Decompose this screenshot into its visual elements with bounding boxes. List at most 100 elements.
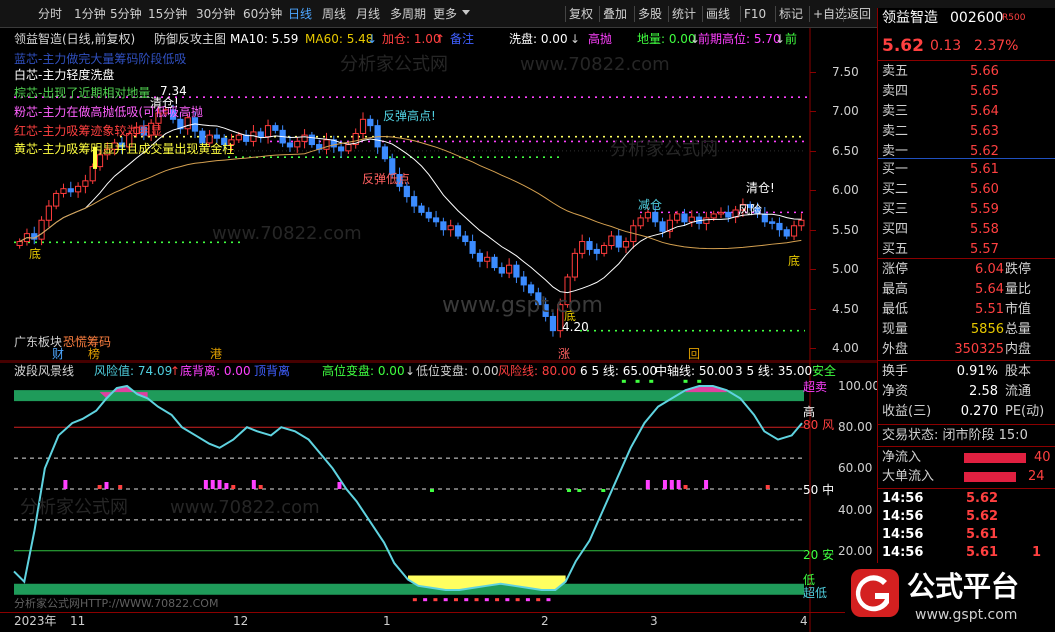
tick-extra: 1 [1032,545,1042,560]
period-tab-1[interactable]: 1分钟 [74,7,106,21]
period-tab-5[interactable]: 60分钟 [243,7,282,21]
period-tab-0[interactable]: 分时 [38,7,62,21]
tick-price: 5.61 [966,545,999,560]
bid-price: 5.57 [970,242,999,257]
ext-label-2: 流通 [1005,384,1032,399]
period-tab-more[interactable]: 更多 [433,7,457,21]
ma60-value: MA60: 5.48 [305,32,374,46]
candle [367,115,374,132]
signal-bar-2 [104,482,109,489]
bid-row-4: 买五 5.57 [878,240,1055,260]
qianqi-value: 前期高位: 5.70 [698,32,781,46]
candle [316,139,323,154]
bid-row-0: 买一 5.61 [878,160,1055,180]
toolbar-action-3[interactable]: 统计 [672,7,696,21]
osc-zhongzhou: 中轴线: 50.00 [655,364,734,378]
stat-label-2: 内盘 [1005,342,1032,357]
osc-line65: 6 5 线: 65.00 [580,364,658,378]
logo-text: 公式平台 [907,570,1020,603]
toolbar-action-2[interactable]: 多股 [638,7,662,21]
toolbar-sep-3 [668,6,669,22]
stat-value: 5856 [970,322,1004,337]
period-tab-6[interactable]: 日线 [288,7,312,21]
trade-state: 交易状态: 闭市阶段 15:0 [882,428,1028,443]
toolbar-action-5[interactable]: F10 [744,7,766,21]
kline-chart[interactable] [0,28,877,362]
period-tab-9[interactable]: 多周期 [390,7,426,21]
flow-value: 40 [1034,450,1051,465]
ext-label-2: 股本 [1005,364,1032,379]
flow-label: 大单流入 [882,469,935,484]
indicator-name[interactable]: 防御反攻主图 [154,32,226,46]
candle [579,234,586,259]
period-tab-3[interactable]: 15分钟 [148,7,187,21]
candle [272,122,279,134]
stock-title: 领益智造(日线,前复权) [14,32,136,46]
signal-bar-14 [577,489,582,492]
marker-cai[interactable]: 财 [52,347,64,361]
marker-zhang[interactable]: 涨 [558,347,570,361]
signal-bar-4 [203,480,208,489]
bid-label: 买三 [882,202,909,217]
bottom-marker [423,598,428,602]
price-tick-7: 4.00 [832,341,859,355]
ask-price: 5.63 [970,124,999,139]
period-tab-4[interactable]: 30分钟 [196,7,235,21]
price-tick-mark-2 [810,150,816,152]
quote-header: 领益智造 002600 R500 [878,8,1055,28]
candle [769,217,776,230]
toolbar-action-6[interactable]: 标记 [779,7,803,21]
toolbar-action-4[interactable]: 画线 [706,7,730,21]
period-tab-8[interactable]: 月线 [356,7,380,21]
stat-label: 最高 [882,282,909,297]
time-tick-0: 2023年 [14,614,57,628]
time-tick-2: 12 [233,614,249,628]
marker-gang[interactable]: 港 [210,347,222,361]
legend-yellow: 黄芯-主力吸筹明显并且成交量出现黄金柱 [14,142,235,156]
stock-badge[interactable]: R500 [1002,8,1025,28]
ext-row-2: 收益(三) 0.270 PE(动) [878,402,1055,422]
chevron-down-icon[interactable] [462,10,470,15]
marker-bang[interactable]: 榜 [88,347,100,361]
signal-bar-0 [63,480,68,489]
time-tick-6: 4 [800,614,808,628]
toolbar-action-0[interactable]: 复权 [569,7,593,21]
osc-tick-3: 40.00 [838,502,873,517]
toolbar-sep-6 [775,6,776,22]
candle [301,129,308,149]
toolbar-action-1[interactable]: 叠加 [603,7,627,21]
candle [615,229,622,253]
quote-price-row: 5.62 0.13 2.37% [878,34,1055,58]
ext-row-1: 净资 2.58 流通 [878,382,1055,402]
stat-label: 最低 [882,302,909,317]
tick-price: 5.62 [966,509,999,524]
time-tick-3: 1 [383,614,391,628]
ask-price: 5.66 [970,64,999,79]
period-tab-2[interactable]: 5分钟 [110,7,142,21]
toolbar-sep-5 [740,6,741,22]
ext-value: 2.58 [969,384,998,399]
osc-name[interactable]: 波段风景线 [14,364,74,378]
candle [593,243,600,261]
toolbar-action-8[interactable]: 返回 [847,7,871,21]
price-tick-mark-5 [810,269,816,271]
candle [381,143,389,162]
jiacang-value: 加仓: 1.00 [382,32,441,46]
oscillator-chart[interactable] [0,362,877,632]
candle [16,238,23,249]
candle [798,213,805,231]
bid-price: 5.59 [970,202,999,217]
price-tick-1: 7.00 [832,104,859,119]
osc-line35: 3 5 线: 35.00 [735,364,813,378]
low-price-label: 4.20 [562,320,589,334]
toolbar-action-7[interactable]: +自选 [813,7,847,21]
period-tab-7[interactable]: 周线 [322,7,346,21]
price-tick-mark-6 [810,308,816,310]
bottom-marker [474,598,479,602]
quote-divider-2 [878,158,1055,159]
footer-watermark: 分析家公式网HTTP://WWW.70822.COM [14,597,219,610]
stat-label: 外盘 [882,342,909,357]
signal-bar-13 [567,489,572,492]
marker-hui[interactable]: 回 [688,347,700,361]
stat-label-2: 市值 [1005,302,1032,317]
